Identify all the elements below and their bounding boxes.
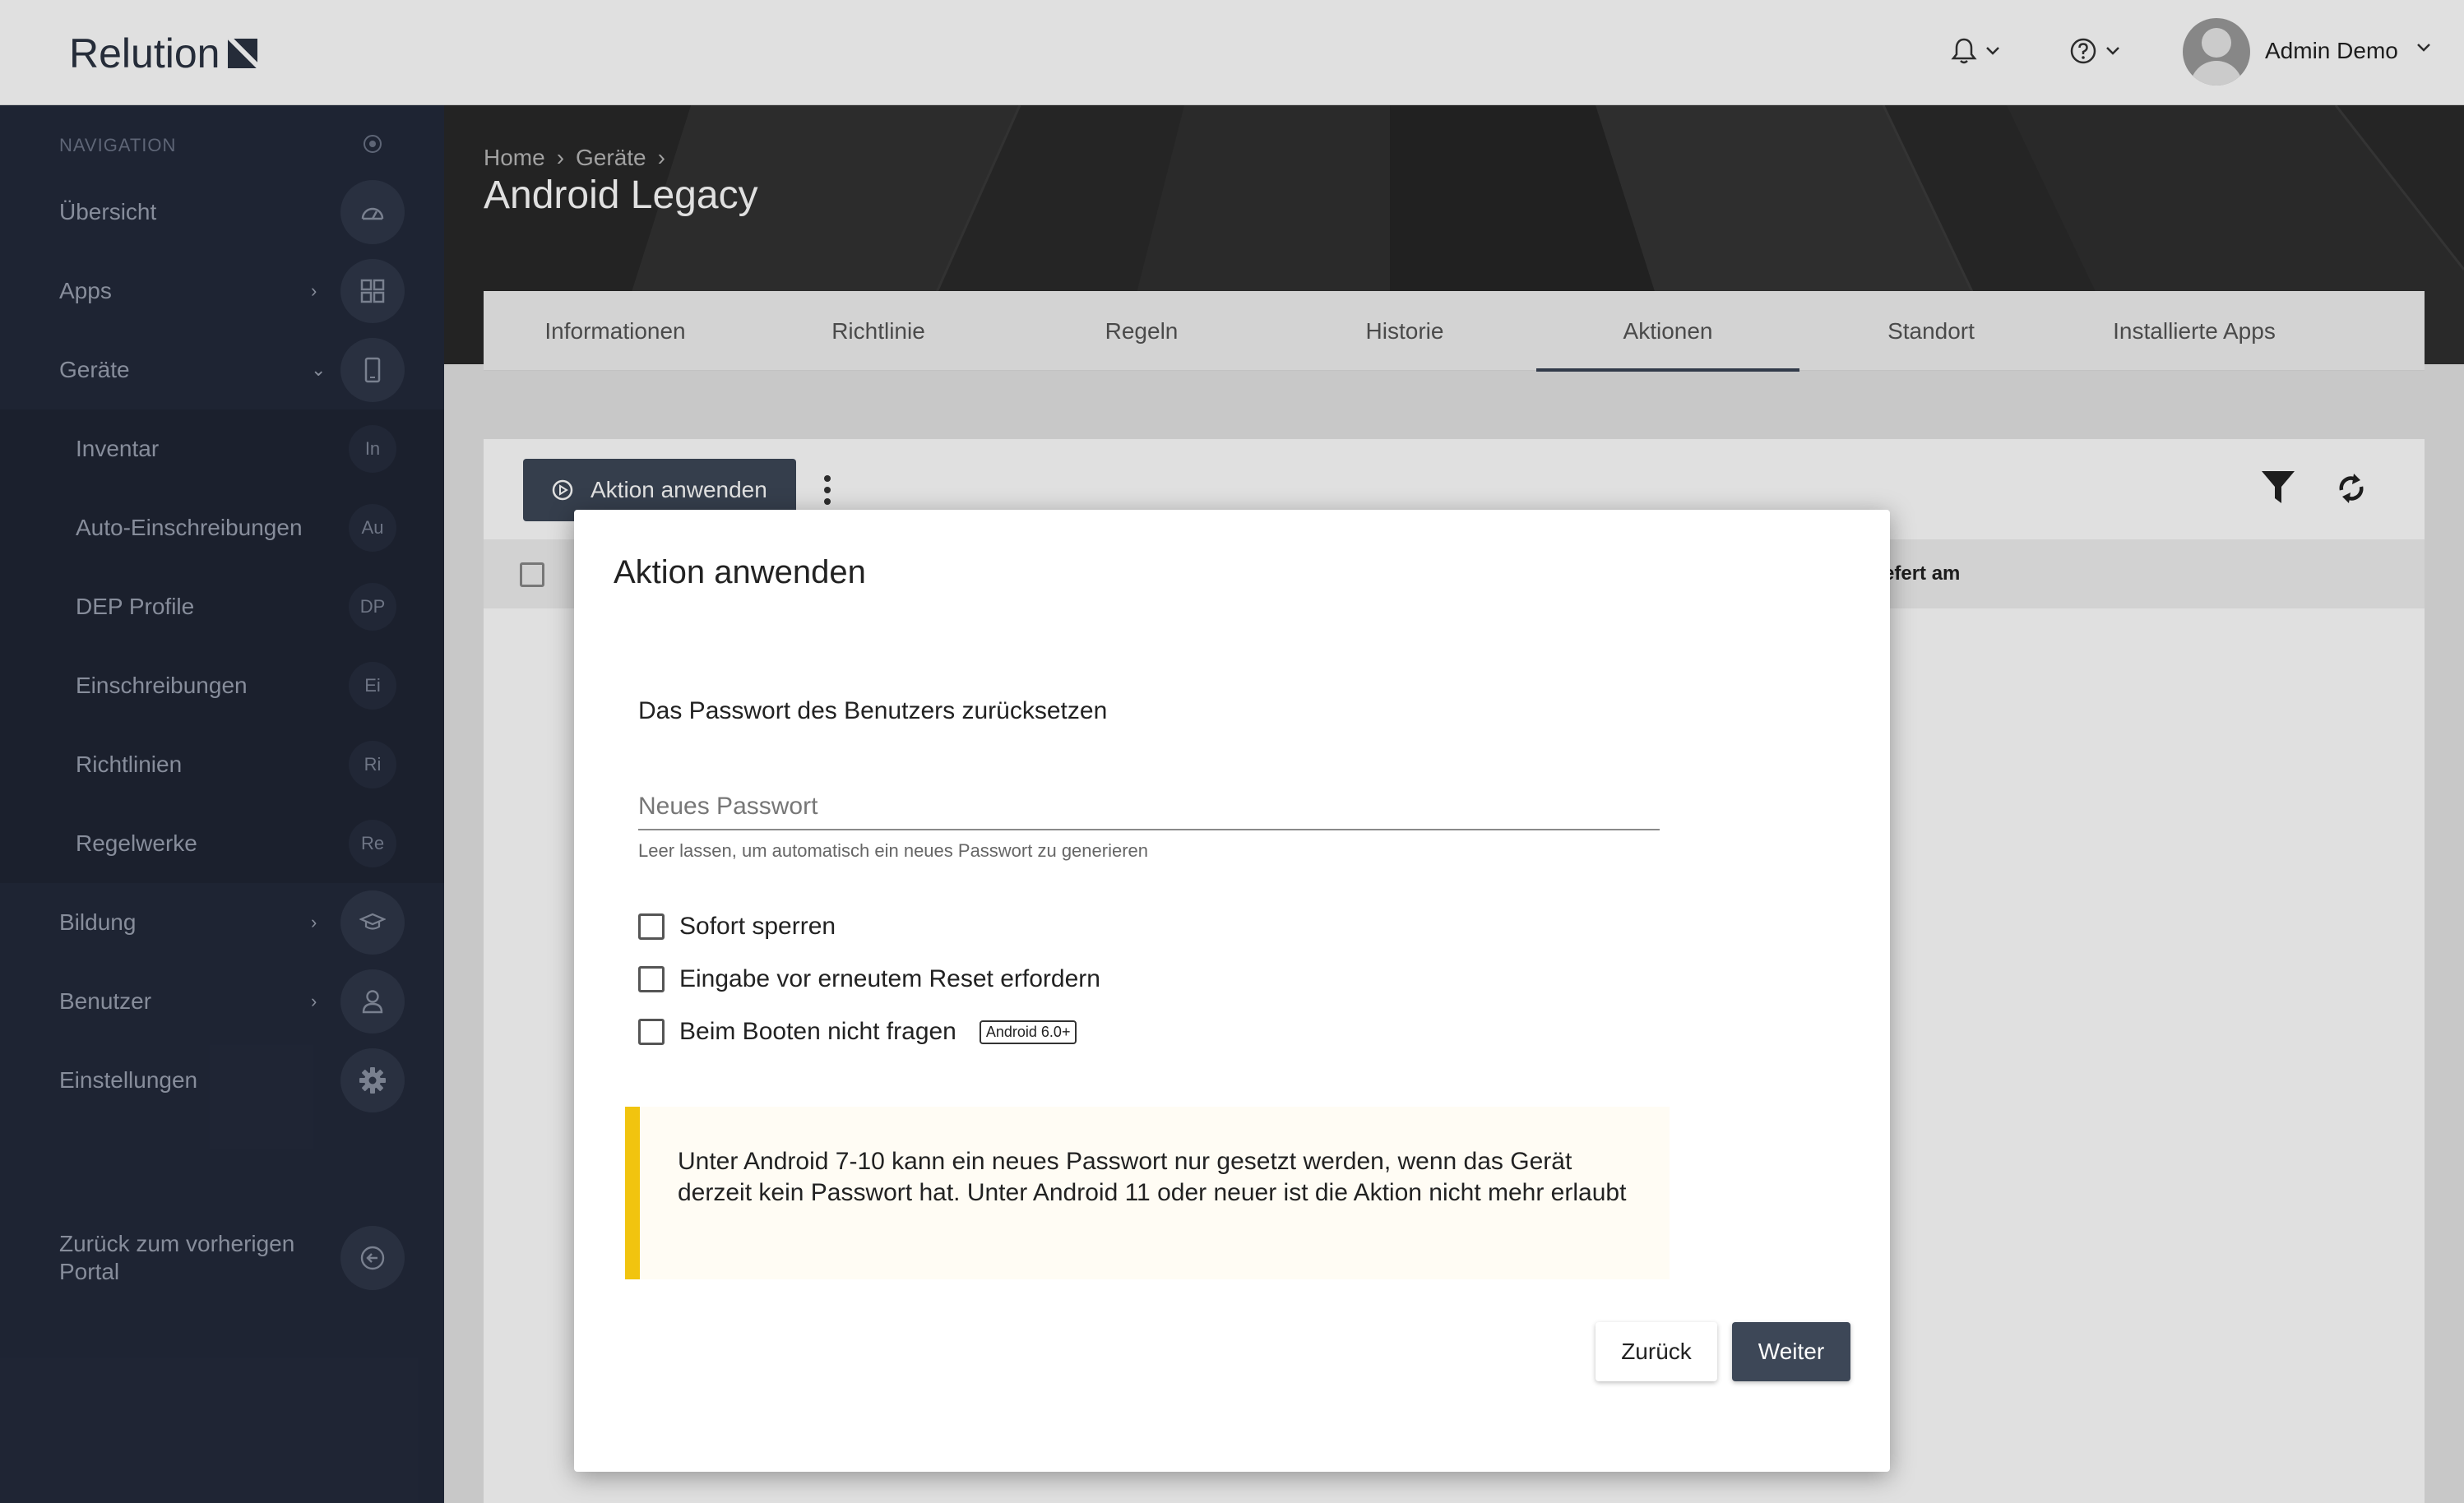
checkbox-row-require-entry[interactable]: Eingabe vor erneutem Reset erfordern [638,965,1100,993]
require-entry-checkbox[interactable] [638,966,665,992]
lock-now-checkbox[interactable] [638,913,665,940]
dont-ask-on-boot-checkbox[interactable] [638,1019,665,1045]
dialog-title: Aktion anwenden [614,554,866,590]
apply-action-dialog: Aktion anwenden Das Passwort des Benutze… [574,510,1890,1472]
checkbox-label: Beim Booten nicht fragen [679,1018,956,1045]
checkbox-label: Sofort sperren [679,913,836,940]
warning-box: Unter Android 7-10 kann ein neues Passwo… [625,1107,1670,1279]
checkbox-row-dont-ask-on-boot[interactable]: Beim Booten nicht fragen Android 6.0+ [638,1018,1077,1046]
warning-text: Unter Android 7-10 kann ein neues Passwo… [678,1148,1627,1206]
checkbox-row-lock-now[interactable]: Sofort sperren [638,913,836,941]
password-hint: Leer lassen, um automatisch ein neues Pa… [638,840,1149,861]
dialog-subtitle: Das Passwort des Benutzers zurücksetzen [638,697,1108,724]
next-button[interactable]: Weiter [1732,1322,1850,1381]
checkbox-label: Eingabe vor erneutem Reset erfordern [679,965,1100,992]
android-version-badge: Android 6.0+ [979,1020,1077,1044]
back-button[interactable]: Zurück [1596,1322,1717,1381]
new-password-input[interactable] [638,784,1660,830]
